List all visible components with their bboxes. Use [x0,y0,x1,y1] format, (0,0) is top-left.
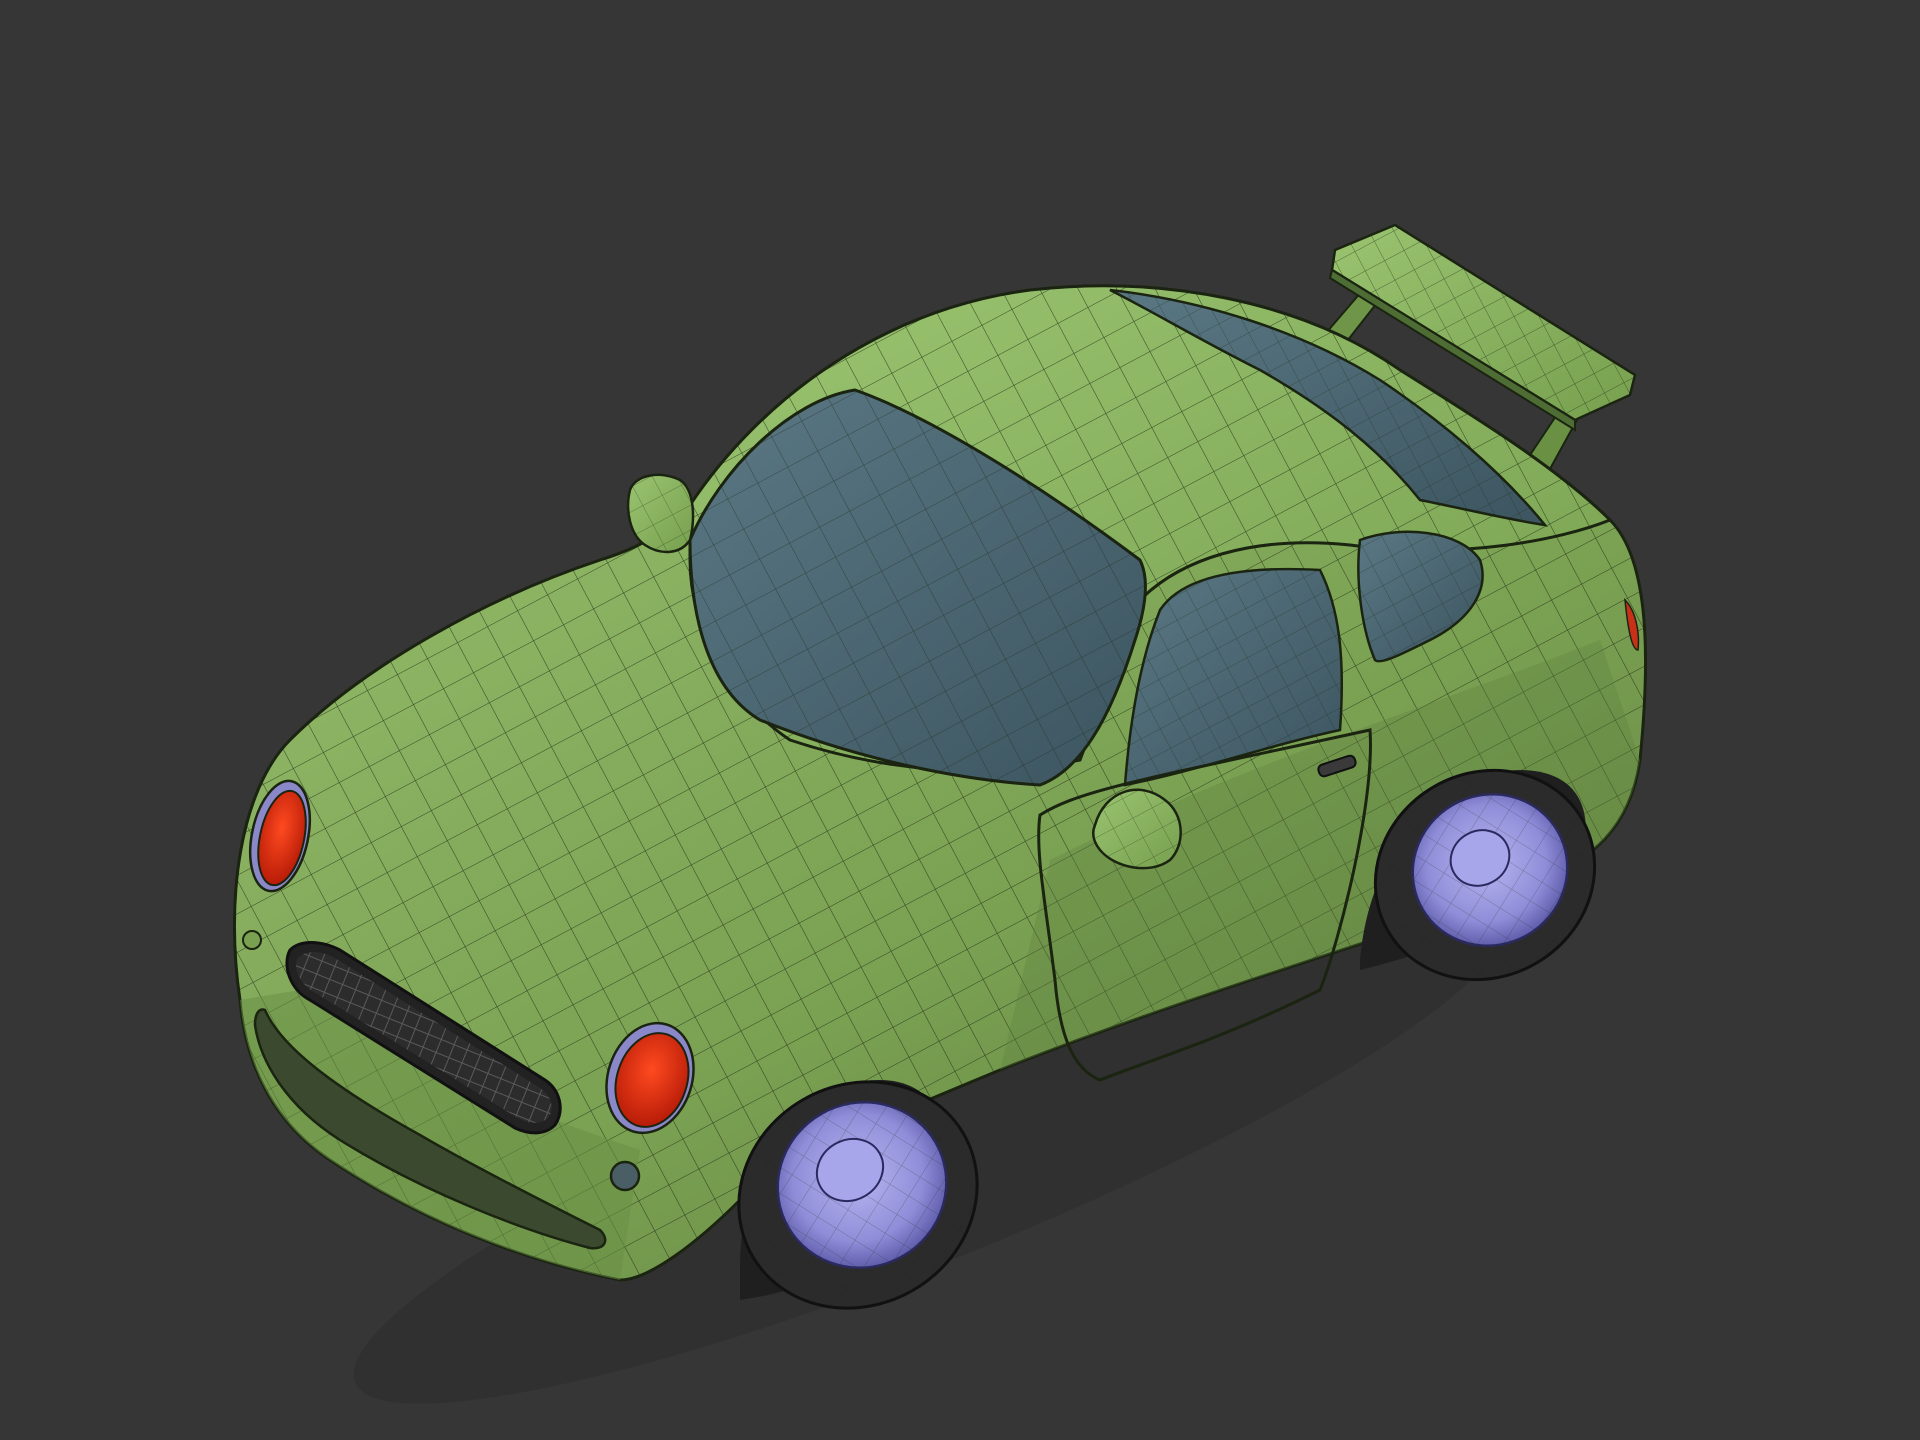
fog-light-left [242,930,262,950]
car-model [232,223,1648,1404]
fog-light-right [609,1160,641,1192]
side-mirror-left [626,473,695,554]
3d-viewport[interactable] [0,0,1920,1440]
